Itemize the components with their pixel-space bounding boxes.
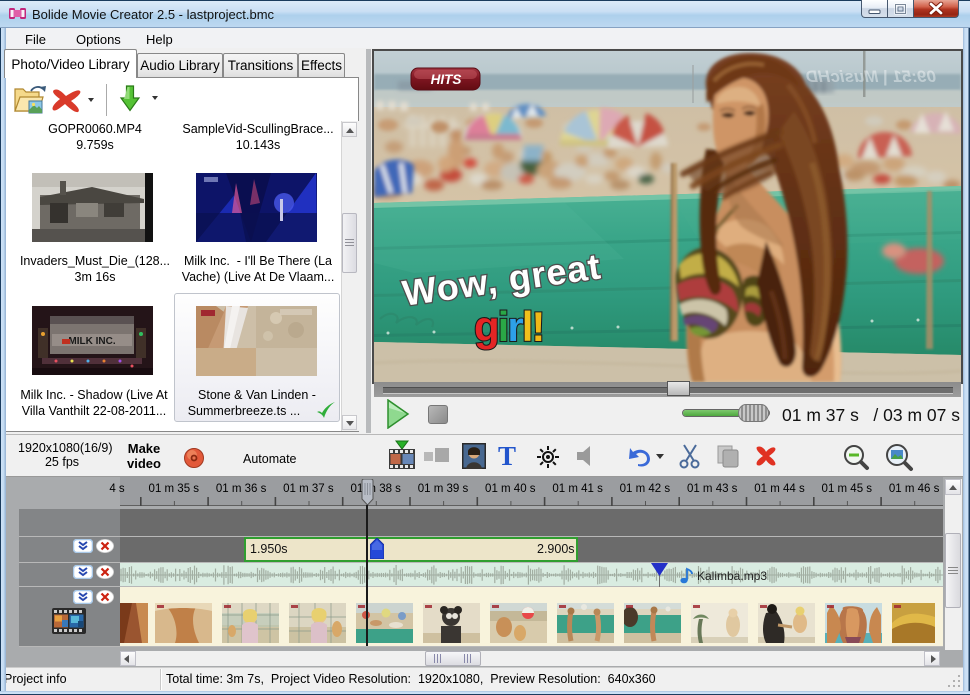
svg-text:HITS: HITS xyxy=(431,72,462,87)
svg-text:girl!: girl! xyxy=(474,303,543,350)
svg-text:MILK INC.: MILK INC. xyxy=(68,336,115,347)
svg-text:09:51 | MusicHD: 09:51 | MusicHD xyxy=(806,67,936,86)
